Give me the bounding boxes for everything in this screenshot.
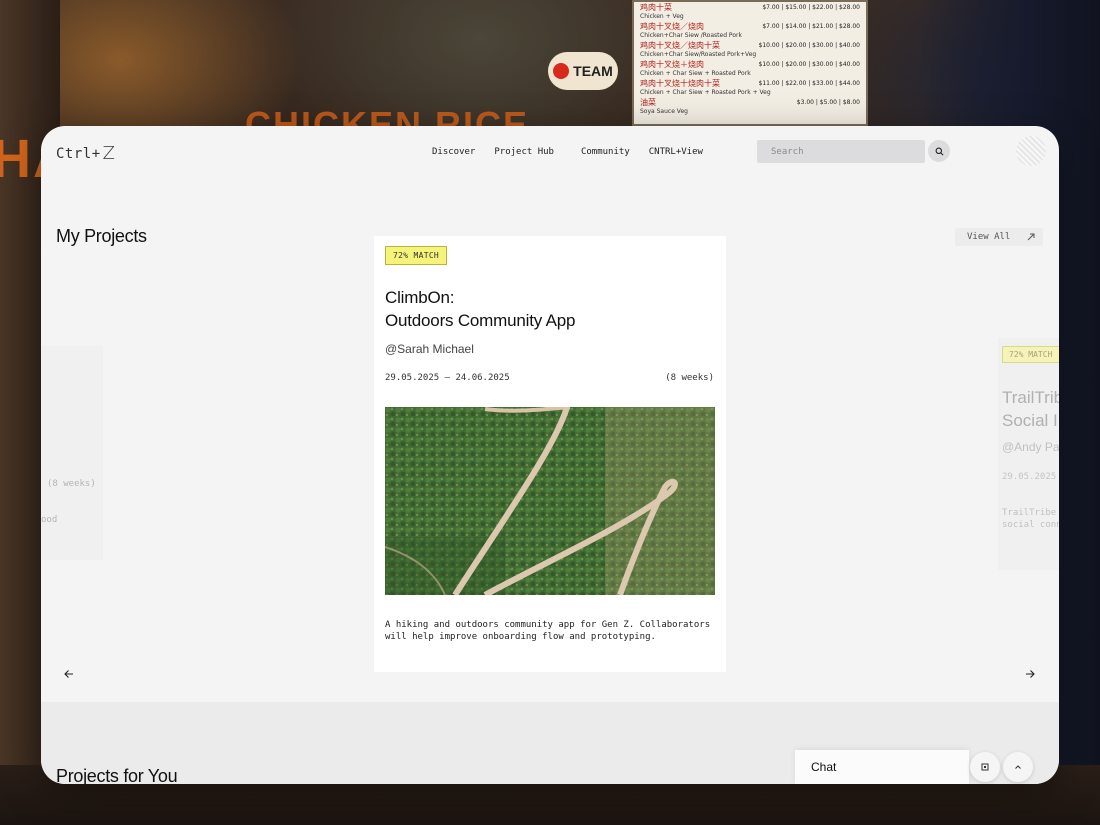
nav-link-project-hub[interactable]: Project Hub xyxy=(494,147,554,157)
brand-suffix: Z xyxy=(102,143,116,164)
project-author[interactable]: @Sarah Michael xyxy=(385,342,474,356)
search-box xyxy=(757,140,925,163)
my-projects-title: My Projects xyxy=(56,226,147,246)
arrow-up-right-icon xyxy=(1027,233,1035,241)
menu-item: 鸡肉十叉烧／烧肉 $7.00 | $14.00 | $21.00 | $28.00… xyxy=(640,22,860,39)
background-menu-board: 鸡肉十菜 $7.00 | $15.00 | $22.00 | $28.00 Chi… xyxy=(632,0,868,126)
project-description: ood xyxy=(41,515,58,525)
project-title: TrailTrib Social I xyxy=(1002,388,1059,430)
brand-prefix: Ctrl+ xyxy=(56,145,101,162)
carousel-prev-button[interactable] xyxy=(59,664,79,684)
project-dates: 29.05.2025 xyxy=(1002,472,1057,482)
chat-expand-button[interactable] xyxy=(1003,752,1033,782)
open-window-icon xyxy=(981,763,989,771)
nav-link-community[interactable]: Community xyxy=(581,147,630,157)
project-duration: (8 weeks) xyxy=(665,373,714,383)
search-button[interactable] xyxy=(928,140,950,162)
match-badge: 72% MATCH xyxy=(385,246,448,265)
search-input[interactable] xyxy=(769,145,913,158)
menu-item: 鸡肉十菜 $7.00 | $15.00 | $22.00 | $28.00 Chi… xyxy=(640,3,860,20)
nav-link-discover[interactable]: Discover xyxy=(432,147,475,157)
menu-item: 鸡肉十叉烧＋烧肉 $10.00 | $20.00 | $30.00 | $40.0… xyxy=(640,60,860,77)
app-window: Ctrl+ Z Discover Project Hub Community CN… xyxy=(41,126,1059,784)
background-logo-badge: TEAM xyxy=(548,52,618,90)
logo-dot-icon xyxy=(553,63,570,79)
view-all-button[interactable]: View All xyxy=(955,228,1043,246)
carousel-next-button[interactable] xyxy=(1020,664,1040,684)
project-description: A hiking and outdoors community app for … xyxy=(385,620,711,642)
project-card-current[interactable]: 72% MATCH ClimbOn: Outdoors Community Ap… xyxy=(374,236,726,672)
chat-button[interactable]: Chat xyxy=(795,750,969,784)
view-all-label: View All xyxy=(967,232,1011,242)
chat-open-window-button[interactable] xyxy=(970,752,1000,782)
arrow-right-icon xyxy=(1026,670,1035,678)
brand-logo[interactable]: Ctrl+ Z xyxy=(56,143,116,164)
menu-item: 鸡肉十叉烧十烧肉十菜 $11.00 | $22.00 | $33.00 | $44… xyxy=(640,79,860,96)
nav-link-cntrl-view[interactable]: CNTRL+View xyxy=(649,147,703,157)
search-icon xyxy=(935,147,943,155)
nav-links: Discover Project Hub Community CNTRL+Vie… xyxy=(432,147,722,157)
menu-item: 鸡肉十叉烧／烧肉十菜 $10.00 | $20.00 | $30.00 | $40… xyxy=(640,41,860,58)
project-dates: 29.05.2025 – 24.06.2025 xyxy=(385,373,510,383)
project-author: @Andy Pa xyxy=(1002,440,1059,454)
project-description: TrailTribe social conn xyxy=(1002,508,1059,530)
project-card-next[interactable]: 72% MATCH TrailTrib Social I @Andy Pa 29… xyxy=(998,338,1059,570)
chevron-up-icon xyxy=(1015,765,1021,769)
menu-item: 油菜 $3.00 | $5.00 | $8.00 Soya Sauce Veg xyxy=(640,98,860,115)
logo-badge-text: TEAM xyxy=(573,63,613,79)
arrow-left-icon xyxy=(64,670,73,678)
project-image xyxy=(385,407,715,595)
project-title: ClimbOn: Outdoors Community App xyxy=(385,288,576,330)
chat-label: Chat xyxy=(811,760,837,774)
top-nav: Ctrl+ Z Discover Project Hub Community CN… xyxy=(41,126,1059,178)
project-card-previous[interactable]: (8 weeks) ood xyxy=(41,346,103,560)
avatar[interactable] xyxy=(1016,136,1046,166)
match-badge: 72% MATCH xyxy=(1002,346,1059,363)
projects-for-you-title: Projects for You xyxy=(56,766,178,784)
project-duration: (8 weeks) xyxy=(47,479,96,489)
